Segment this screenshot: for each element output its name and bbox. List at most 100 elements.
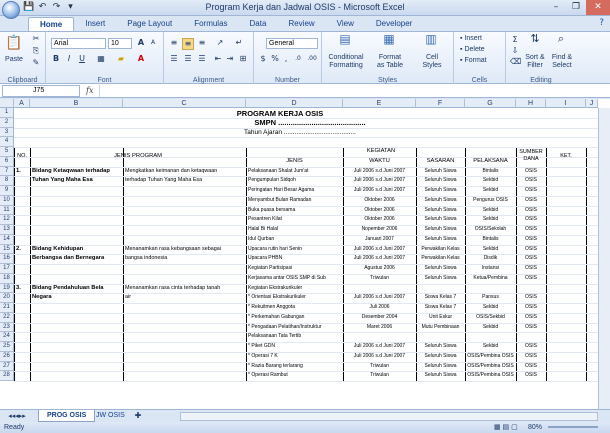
program-name[interactable]: Negara [32,293,122,303]
activity-waktu[interactable]: Nopember 2006 [343,225,416,235]
row-header[interactable]: 15 [0,244,14,255]
activity-waktu[interactable]: Triwulan [343,274,416,284]
program-name[interactable]: Bidang Pendahuluan Bela [32,284,122,294]
clear-icon[interactable]: ⌫ [510,57,521,67]
format-as-table-icon[interactable]: ▦ [380,33,398,45]
help-icon[interactable]: ? [599,18,604,28]
activity-pelaksana[interactable]: Sekbid [465,323,516,333]
align-bottom-icon[interactable]: ≡ [196,38,208,48]
percent-button[interactable]: % [270,54,280,64]
column-header[interactable]: B [30,99,123,108]
activity-sasaran[interactable]: Seluruh Siswa [416,215,465,225]
restore-button[interactable]: ❐ [566,0,586,15]
activity-jenis[interactable]: Halal Bi Halal [248,225,343,235]
activity-jenis[interactable]: Upacara rutin hari Senin [248,245,343,255]
activity-dana[interactable]: OSIS [516,274,546,284]
row-header[interactable]: 10 [0,195,14,206]
borders-icon[interactable]: ▦ [94,54,108,64]
activity-sasaran[interactable]: Seluruh Siswa [416,196,465,206]
activity-pelaksana[interactable]: Sekbid [465,303,516,313]
activity-jenis[interactable]: * Operasi Rambut [248,371,343,381]
activity-jenis[interactable]: Peringatan Hari Besar Agama [248,186,343,196]
decrease-indent-icon[interactable]: ⇤ [212,54,224,64]
row-header[interactable]: 16 [0,254,14,264]
row-header[interactable]: 24 [0,332,14,342]
activity-dana[interactable]: OSIS [516,196,546,206]
paste-label[interactable]: Paste [2,56,26,64]
activity-sasaran[interactable]: Seluruh Siswa [416,352,465,362]
activity-pelaksana[interactable]: OSIS/Pembina OSIS [465,362,516,372]
tab-view[interactable]: View [326,17,365,31]
activity-jenis[interactable]: Kegiatan Ekstrakurikuler [248,284,343,294]
fill-color-icon[interactable]: ▰ [114,54,128,64]
row-header[interactable]: 20 [0,293,14,303]
column-header[interactable]: F [416,99,465,108]
activity-waktu[interactable]: Juli 2006 s.d Juni 2007 [343,167,416,177]
insert-cells-button[interactable]: ▪ Insert [460,35,502,43]
copy-icon[interactable]: ⎘ [30,46,42,56]
program-no[interactable]: 1. [16,167,30,177]
select-all-corner[interactable] [0,99,14,108]
activity-dana[interactable]: OSIS [516,323,546,333]
align-middle-icon[interactable]: ≡ [182,38,194,50]
vertical-scrollbar[interactable] [598,108,610,409]
header-kegiatan[interactable]: KEGIATAN [246,147,516,157]
paste-icon[interactable]: 📋 [5,34,23,52]
format-as-table-label[interactable]: Format [370,54,410,62]
activity-pelaksana[interactable]: OSIS/Sekolah [465,225,516,235]
sort-filter-label[interactable]: Sort & [522,54,548,62]
row-header[interactable]: 28 [0,371,14,381]
header-dana[interactable]: DANA [516,155,546,165]
activity-sasaran[interactable]: Seluruh Siswa [416,186,465,196]
find-select-icon[interactable]: ⌕ [554,33,568,44]
underline-button[interactable]: U [77,54,87,64]
header-waktu[interactable]: WAKTU [343,157,416,167]
conditional-formatting-label2[interactable]: Formatting [324,62,368,70]
activity-pelaksana[interactable]: Pengurus OSIS [465,196,516,206]
activity-pelaksana[interactable]: Sekbid [465,215,516,225]
increase-indent-icon[interactable]: ⇥ [224,54,236,64]
activity-jenis[interactable]: * Piket GDN [248,342,343,352]
row-header[interactable]: 3 [0,127,14,138]
activity-pelaksana[interactable]: Sekbid [465,176,516,186]
row-header[interactable]: 2 [0,117,14,128]
activity-dana[interactable]: OSIS [516,186,546,196]
activity-jenis[interactable]: Upacara PHBN [248,254,343,264]
activity-dana[interactable]: OSIS [516,342,546,352]
activity-waktu[interactable]: Desember 2004 [343,313,416,323]
tab-insert[interactable]: Insert [74,17,116,31]
activity-sasaran[interactable]: Siswa Kelas 7 [416,303,465,313]
sheet-nav-arrows-icon[interactable]: ◂◂◂▸▸ [2,411,32,421]
row-header[interactable]: 25 [0,342,14,352]
sheet-tab-prog-osis[interactable]: PROG OSIS [38,410,96,422]
fx-icon[interactable]: fx [86,86,93,95]
row-header[interactable]: 7 [0,166,14,177]
activity-sasaran[interactable]: Seluruh Siswa [416,274,465,284]
program-name[interactable]: Tuhan Yang Maha Esa [32,176,122,186]
italic-button[interactable]: I [64,54,74,64]
activity-pelaksana[interactable]: Bintalis [465,167,516,177]
activity-sasaran[interactable]: Seluruh Siswa [416,235,465,245]
column-header[interactable]: G [465,99,516,108]
column-header[interactable]: E [343,99,416,108]
format-cells-button[interactable]: ▪ Format [460,57,502,65]
activity-dana[interactable]: OSIS [516,176,546,186]
activity-waktu[interactable]: Juli 2006 s.d Juni 2007 [343,342,416,352]
comma-button[interactable]: , [282,54,290,64]
activity-dana[interactable]: OSIS [516,245,546,255]
row-header[interactable]: 13 [0,225,14,235]
activity-dana[interactable]: OSIS [516,313,546,323]
find-select-label2[interactable]: Select [548,62,576,70]
activity-waktu[interactable]: Agustus 2006 [343,264,416,274]
wrap-text-icon[interactable]: ↵ [232,38,246,48]
row-header[interactable]: 11 [0,205,14,216]
program-goal[interactable]: bangsa indonesia [125,254,247,264]
activity-jenis[interactable]: * Razia Barang terlarang [248,362,343,372]
tab-formulas[interactable]: Formulas [183,17,238,31]
activity-pelaksana[interactable]: Sekbid [465,245,516,255]
insert-sheet-icon[interactable]: ✚ [132,411,144,421]
activity-waktu[interactable]: Oktober 2006 [343,215,416,225]
activity-jenis[interactable]: * Pengadaan Pelatihan/Instruktur [248,323,343,333]
format-painter-icon[interactable]: ✎ [30,58,42,68]
activity-jenis[interactable]: Kegiatan Partisipasi [248,264,343,274]
